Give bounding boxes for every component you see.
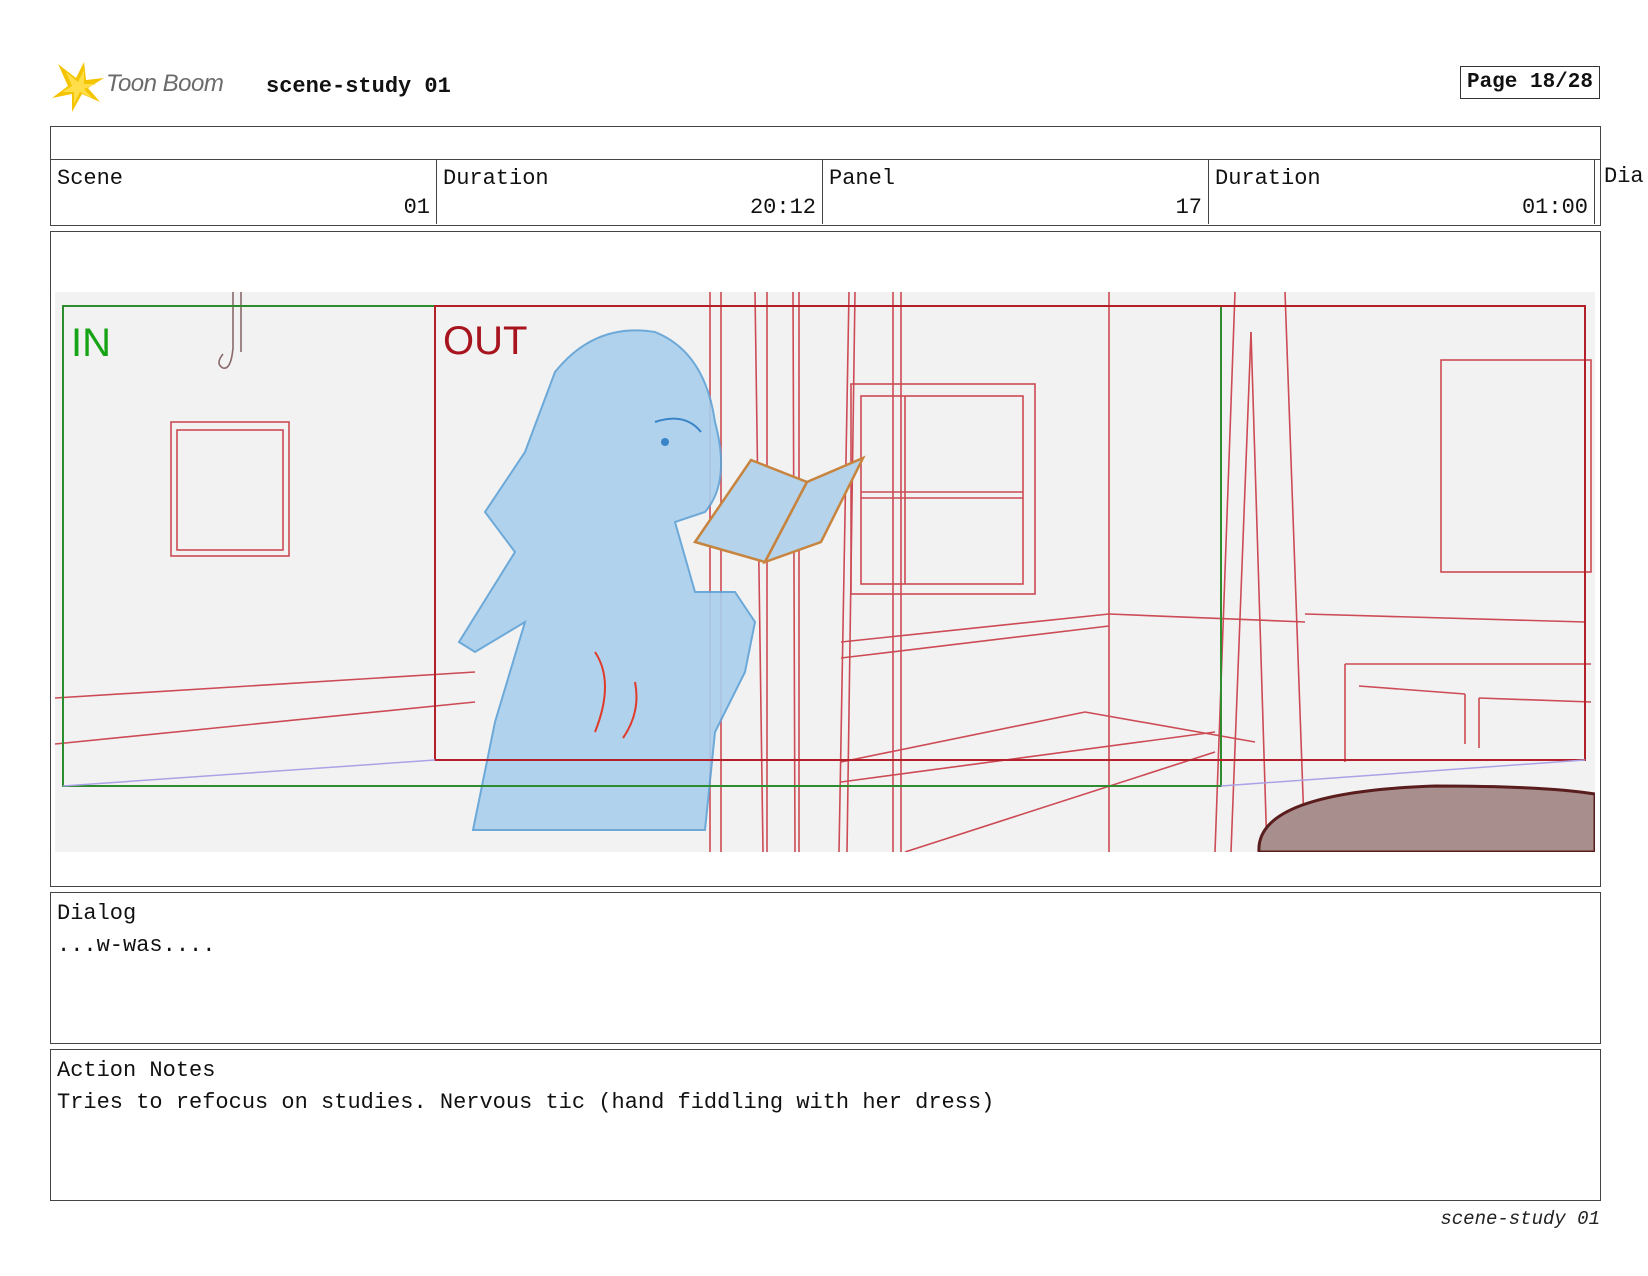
- storyboard-panel: IN OUT: [50, 231, 1601, 887]
- logo-text: Toon Boom: [106, 70, 224, 97]
- page-number: Page 18/28: [1459, 66, 1600, 99]
- action-notes-box: Action Notes Tries to refocus on studies…: [50, 1049, 1601, 1201]
- scene-duration-label: Duration: [443, 166, 549, 191]
- footer-project-name: scene-study 01: [1440, 1208, 1600, 1230]
- panel-cell: Panel 17: [823, 160, 1209, 224]
- panel-sketch: IN OUT: [55, 292, 1595, 852]
- page-header: Toon Boom scene-study 01 Page 18/28: [50, 58, 1600, 114]
- scene-cell: Scene 01: [51, 160, 437, 224]
- action-notes-label: Action Notes: [57, 1058, 216, 1083]
- scene-duration-value: 20:12: [749, 195, 816, 220]
- panel-info-bar: Scene 01 Duration 20:12 Panel 17 Duratio…: [50, 126, 1601, 226]
- in-label: IN: [71, 321, 111, 365]
- starburst-icon: [52, 62, 104, 112]
- scene-duration-cell: Duration 20:12: [437, 160, 823, 224]
- panel-background: [55, 292, 1595, 852]
- panel-duration-cell: Duration 01:00: [1209, 160, 1595, 224]
- scene-value: 01: [403, 195, 430, 220]
- dialog-label: Dialog: [57, 901, 137, 926]
- dialog-text: ...w-was....: [57, 933, 216, 958]
- panel-value: 17: [1175, 195, 1202, 220]
- panel-duration-label: Duration: [1215, 166, 1321, 191]
- panel-duration-value: 01:00: [1521, 195, 1588, 220]
- info-bar-blank-row: [51, 127, 1600, 160]
- out-label: OUT: [443, 319, 527, 363]
- scene-label: Scene: [57, 166, 124, 191]
- toon-boom-logo: Toon Boom: [50, 58, 250, 114]
- panel-label: Panel: [829, 166, 896, 191]
- action-notes-text: Tries to refocus on studies. Nervous tic…: [57, 1090, 995, 1115]
- dialog-box: Dialog ...w-was....: [50, 892, 1601, 1044]
- dialog-column-cut-label: Dia: [1604, 164, 1644, 189]
- project-title: scene-study 01: [266, 74, 451, 99]
